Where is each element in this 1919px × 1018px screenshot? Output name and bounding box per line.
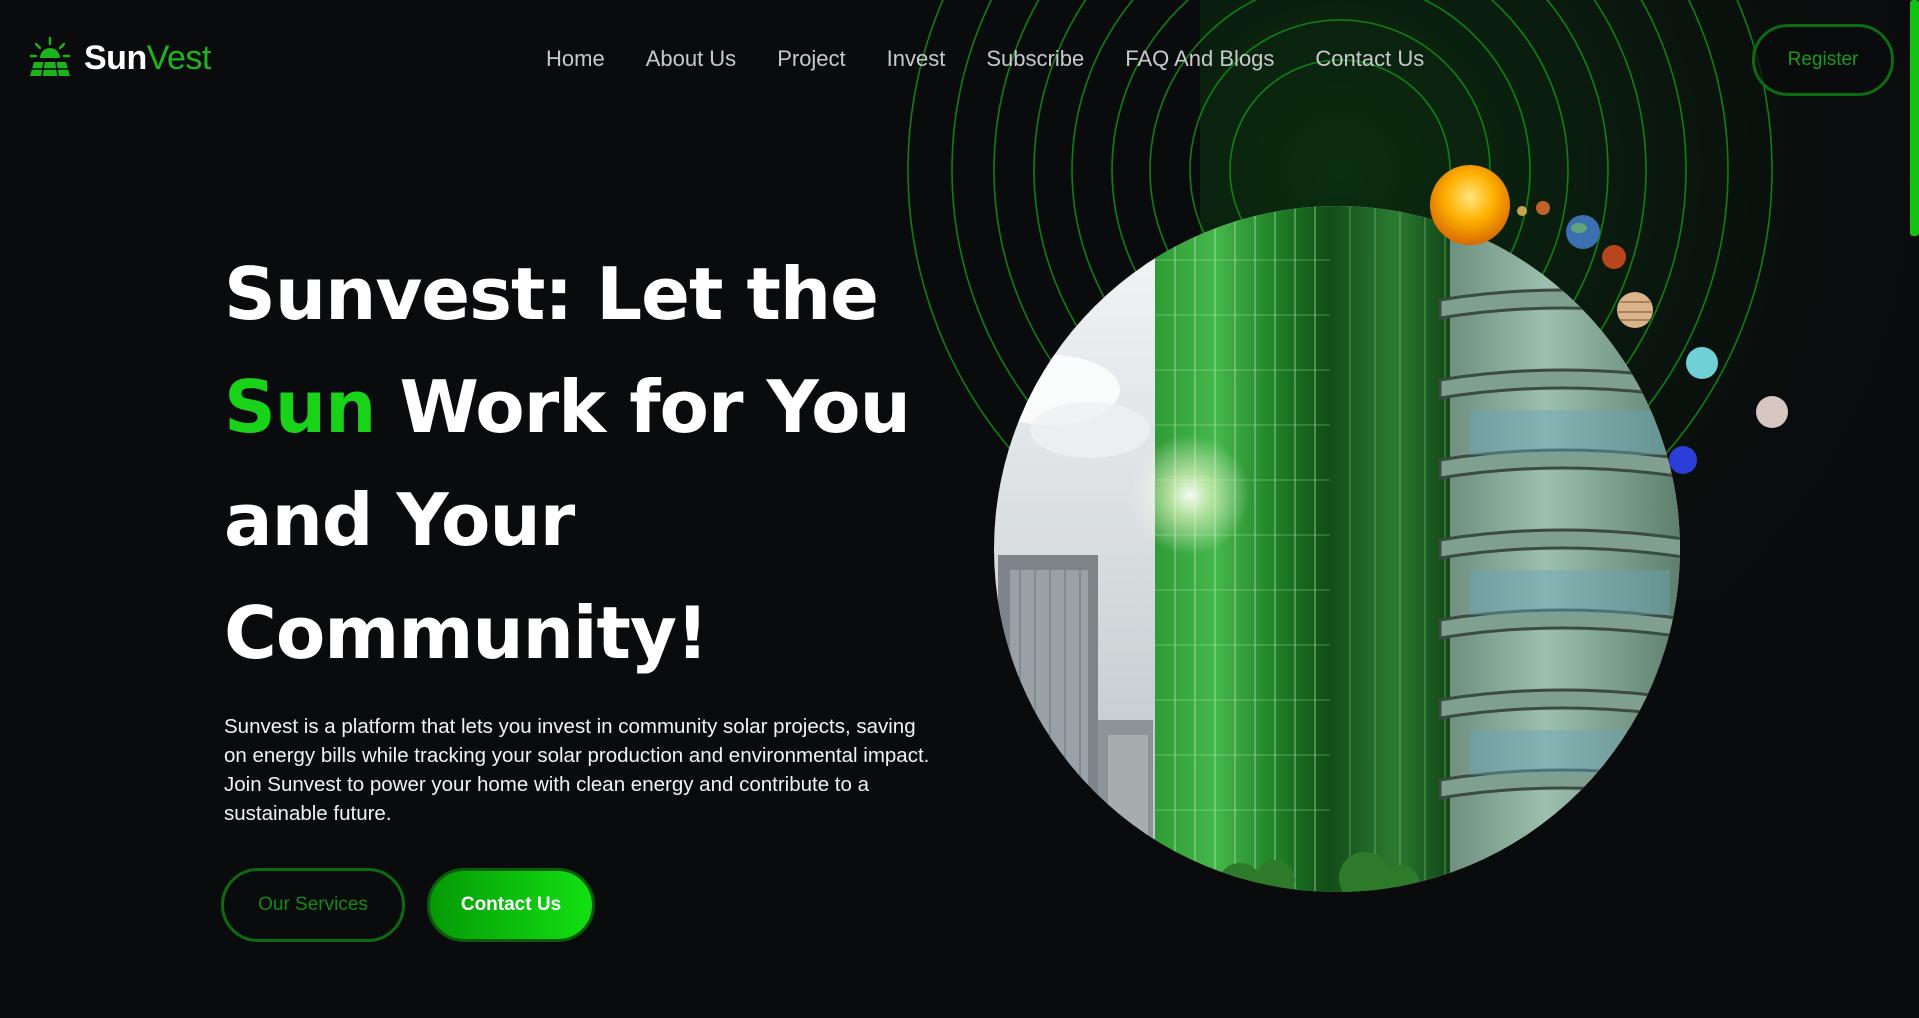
main-nav: Home About Us Project Invest Subscribe F… <box>546 46 1424 72</box>
hero-title-line-2: Work for You <box>375 365 910 449</box>
brand-name-sun: Sun <box>84 38 147 77</box>
orbit-lines <box>907 0 1773 603</box>
hero-description: Sunvest is a platform that lets you inve… <box>224 715 930 825</box>
hero-title-accent: Sun <box>224 365 376 449</box>
nav-item-faq-and-blogs[interactable]: FAQ And Blogs <box>1125 46 1274 72</box>
nav-item-project[interactable]: Project <box>777 46 845 72</box>
brand-logo[interactable]: SunVest <box>28 36 211 80</box>
contact-us-button[interactable]: Contact Us <box>427 868 595 942</box>
building-image <box>994 206 1680 892</box>
scrollbar-thumb[interactable] <box>1910 0 1919 236</box>
landing-page: SunVest Home About Us Project Invest Sub… <box>0 0 1919 1018</box>
nav-item-invest[interactable]: Invest <box>887 46 946 72</box>
hero-title-line-4: Community! <box>224 591 709 675</box>
brand-name: SunVest <box>84 39 211 78</box>
nav-item-home[interactable]: Home <box>546 46 605 72</box>
solar-panel-sun-icon <box>29 36 71 77</box>
register-button[interactable]: Register <box>1752 24 1894 96</box>
planets <box>1430 165 1788 474</box>
brand-name-vest: Vest <box>146 38 212 77</box>
nav-item-subscribe[interactable]: Subscribe <box>986 46 1084 72</box>
nav-item-about-us[interactable]: About Us <box>646 46 737 72</box>
hero-title-line-1: Sunvest: Let the <box>224 252 879 336</box>
hero-title: Sunvest: Let the Sun Work for You and Yo… <box>224 238 984 690</box>
our-services-button[interactable]: Our Services <box>221 868 405 942</box>
hero-title-line-3: and Your <box>224 478 575 562</box>
nav-item-contact-us[interactable]: Contact Us <box>1315 46 1424 72</box>
